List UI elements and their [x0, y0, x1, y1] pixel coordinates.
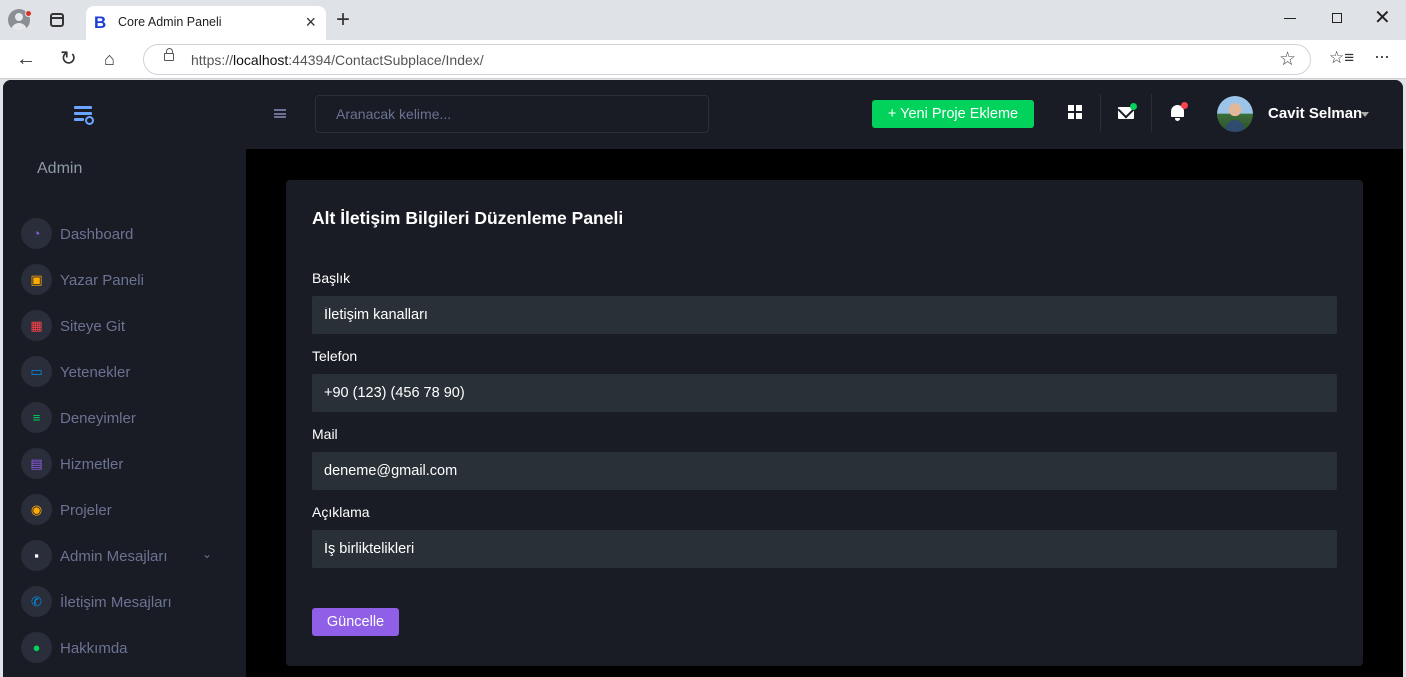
user-name[interactable]: Cavit Selman [1268, 105, 1362, 122]
sidebar: Admin ◔ Dashboard ▣ Yazar Paneli ▦ Sitey… [3, 80, 246, 677]
sidebar-item-deneyimler[interactable]: ≡ Deneyimler [21, 400, 231, 446]
address-bar[interactable]: https://localhost:44394/ContactSubplace/… [143, 44, 1311, 75]
sidebar-item-label: Dashboard [60, 226, 134, 243]
sidebar-item-dashboard[interactable]: ◔ Dashboard [21, 216, 231, 262]
account-icon: ● [21, 632, 52, 663]
back-arrow-icon[interactable]: ← [16, 48, 36, 70]
sidebar-item-label: Siteye Git [60, 318, 126, 335]
avatar[interactable] [1217, 96, 1253, 132]
home-icon[interactable]: ⌂ [104, 48, 115, 70]
browser-toolbar: ← ↻ ⌂ https://localhost:44394/ContactSub… [0, 40, 1406, 79]
page-title: Alt İletişim Bilgileri Düzenleme Paneli [312, 208, 624, 228]
tab-actions-icon[interactable] [50, 13, 64, 27]
reload-icon[interactable]: ↻ [60, 48, 77, 70]
sidebar-section-title: Admin [37, 160, 83, 177]
laptop-icon: ▭ [21, 356, 52, 387]
lock-icon[interactable] [164, 48, 174, 61]
table-icon: ▦ [21, 310, 52, 341]
message-icon: ▪ [21, 540, 52, 571]
sidebar-item-label: Hizmetler [60, 456, 124, 473]
brand-logo-icon[interactable] [74, 106, 96, 126]
title-field-label: Başlık [312, 270, 351, 286]
sidebar-item-label: Hakkımda [60, 640, 128, 657]
speedometer-icon: ◔ [21, 218, 52, 249]
chevron-down-icon[interactable]: ⌄ [202, 547, 212, 561]
sidebar-item-yazar-paneli[interactable]: ▣ Yazar Paneli [21, 262, 231, 308]
apps-grid-icon[interactable] [1068, 105, 1082, 119]
hamburger-menu-icon[interactable] [274, 109, 286, 118]
description-field-label: Açıklama [312, 504, 370, 520]
sidebar-item-siteye-git[interactable]: ▦ Siteye Git [21, 308, 231, 354]
sidebar-item-hakkimda[interactable]: ● Hakkımda [21, 630, 231, 676]
sidebar-item-projeler[interactable]: ◉ Projeler [21, 492, 231, 538]
phone-field[interactable] [312, 374, 1337, 412]
url-text[interactable]: https://localhost:44394/ContactSubplace/… [191, 52, 484, 68]
browser-titlebar: B Core Admin Paneli × + ✕ [0, 0, 1406, 40]
update-button[interactable]: Güncelle [312, 608, 399, 636]
github-icon: ◉ [21, 494, 52, 525]
mail-field-label: Mail [312, 426, 338, 442]
window-close-icon[interactable]: ✕ [1374, 6, 1391, 30]
sidebar-item-label: Projeler [60, 502, 112, 519]
navbar-divider [1151, 94, 1152, 132]
phone-field-label: Telefon [312, 348, 358, 364]
title-field[interactable] [312, 296, 1337, 334]
tab-close-icon[interactable]: × [305, 12, 316, 32]
bootstrap-favicon-icon: B [94, 13, 107, 32]
favorites-icon[interactable]: ☆≡ [1329, 48, 1354, 68]
sidebar-item-yetenekler[interactable]: ▭ Yetenekler [21, 354, 231, 400]
edit-contact-card: Alt İletişim Bilgileri Düzenleme Paneli … [286, 180, 1363, 666]
sidebar-item-admin-mesajlari[interactable]: ▪ Admin Mesajları ⌄ [21, 538, 231, 584]
description-field[interactable] [312, 530, 1337, 568]
browser-tab[interactable]: B Core Admin Paneli × [86, 6, 326, 40]
admin-app: Admin ◔ Dashboard ▣ Yazar Paneli ▦ Sitey… [3, 80, 1403, 677]
window-maximize-icon[interactable] [1332, 13, 1342, 23]
tab-title: Core Admin Paneli [118, 15, 222, 29]
caret-down-icon[interactable] [1361, 112, 1369, 117]
sidebar-item-label: Yetenekler [60, 364, 131, 381]
mail-field[interactable] [312, 452, 1337, 490]
search-input[interactable] [315, 95, 709, 133]
profile-notification-dot [25, 10, 32, 17]
bell-notification-dot [1181, 102, 1188, 109]
sidebar-item-label: İletişim Mesajları [60, 594, 172, 611]
sidebar-item-hizmetler[interactable]: ▤ Hizmetler [21, 446, 231, 492]
playlist-icon: ≡ [21, 402, 52, 433]
sidebar-item-label: Yazar Paneli [60, 272, 144, 289]
sidebar-item-label: Deneyimler [60, 410, 136, 427]
phone-icon: ✆ [21, 586, 52, 617]
contacts-icon: ▤ [21, 448, 52, 479]
sidebar-menu: ◔ Dashboard ▣ Yazar Paneli ▦ Siteye Git … [21, 216, 231, 676]
navbar-divider [1100, 94, 1101, 132]
new-tab-icon[interactable]: + [336, 8, 350, 32]
bookmark-star-icon[interactable]: ☆ [1279, 48, 1296, 71]
sidebar-item-label: Admin Mesajları [60, 548, 168, 565]
mail-notification-dot [1130, 103, 1137, 110]
window-minimize-icon[interactable] [1284, 18, 1296, 19]
new-project-button[interactable]: + Yeni Proje Ekleme [872, 100, 1034, 128]
presentation-icon: ▣ [21, 264, 52, 295]
more-options-icon[interactable]: ··· [1374, 46, 1390, 67]
sidebar-item-iletisim-mesajlari[interactable]: ✆ İletişim Mesajları [21, 584, 231, 630]
